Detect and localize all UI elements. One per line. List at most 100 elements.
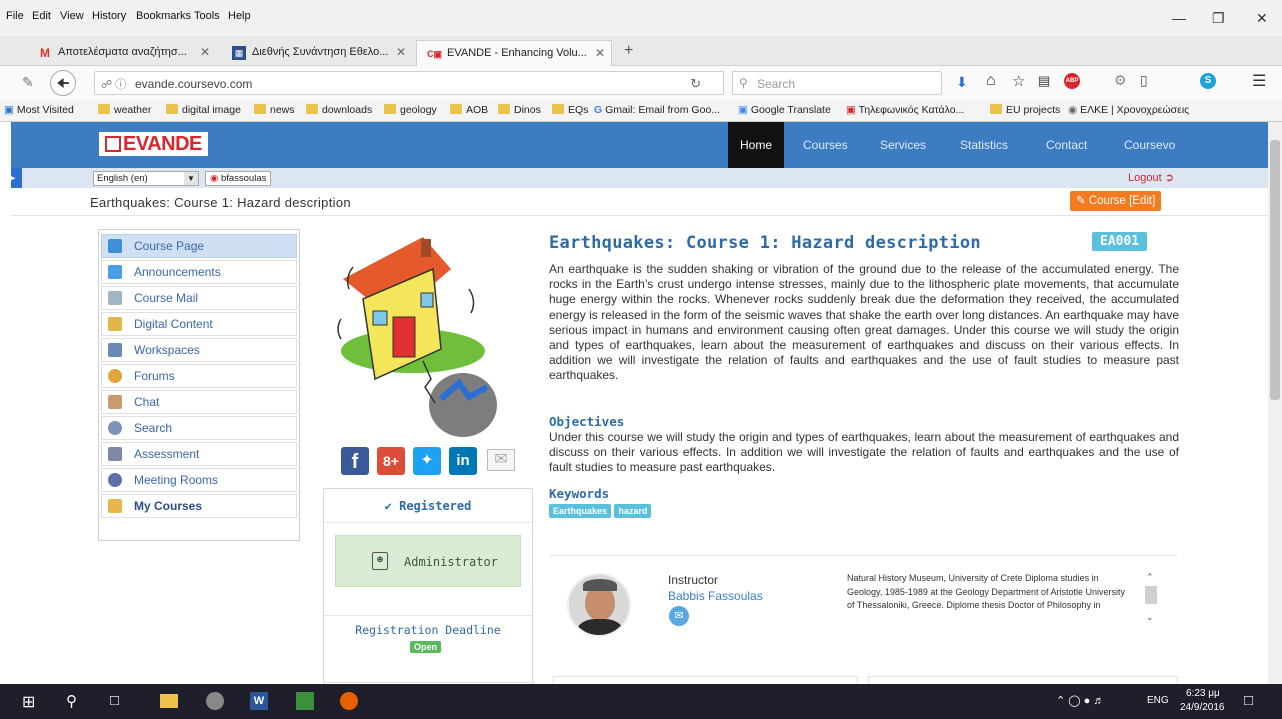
close-tab-icon[interactable]: ✕: [396, 45, 406, 59]
notification-icon[interactable]: □: [1244, 692, 1253, 709]
bookmark-item[interactable]: weather: [98, 104, 151, 116]
language-indicator[interactable]: ENG: [1147, 695, 1169, 706]
sidebar-item-search[interactable]: Search: [101, 416, 297, 440]
language-select[interactable]: English (en) ▼: [93, 171, 199, 186]
bookmark-star-icon[interactable]: ☆: [1012, 72, 1025, 90]
bookmark-item[interactable]: downloads: [306, 104, 372, 116]
sidebar-item-digital-content[interactable]: Digital Content: [101, 312, 297, 336]
instructor-name-link[interactable]: Babbis Fassoulas: [668, 589, 763, 603]
sidebar-item-course-page[interactable]: Course Page: [101, 234, 297, 258]
new-tab-icon[interactable]: +: [624, 42, 633, 60]
tab-label: Αποτελέσματα αναζήτησ...: [58, 46, 187, 58]
assessment-icon: [108, 447, 122, 461]
bookmark-item[interactable]: ▣ Τηλεφωνικός Κατάλο...: [846, 104, 964, 116]
nav-services[interactable]: Services: [868, 122, 938, 168]
bookmark-item[interactable]: AOB: [450, 104, 488, 116]
tab-gmail[interactable]: M Αποτελέσματα αναζήτησ... ✕: [28, 40, 216, 66]
nav-coursevo[interactable]: Coursevo: [1112, 122, 1187, 168]
url-bar[interactable]: ☍ ⓘ evande.coursevo.com ↻: [94, 71, 724, 95]
email-share-icon[interactable]: ✉: [487, 449, 515, 471]
search-icon[interactable]: ⚲: [66, 692, 84, 710]
menu-edit[interactable]: Edit: [32, 10, 51, 22]
menu-help[interactable]: Help: [228, 10, 251, 22]
windows-start-icon[interactable]: ⊞: [22, 692, 40, 711]
sidebar-item-forums[interactable]: Forums: [101, 364, 297, 388]
reload-icon[interactable]: ↻: [690, 76, 701, 92]
sidebar-item-announcements[interactable]: Announcements: [101, 260, 297, 284]
twitter-icon[interactable]: ✦: [413, 447, 441, 475]
task-view-icon[interactable]: □: [110, 692, 128, 710]
search-placeholder[interactable]: Search: [757, 77, 795, 91]
menu-bookmarks[interactable]: Bookmarks: [136, 10, 191, 22]
bookmark-item[interactable]: geology: [384, 104, 437, 116]
phone-icon[interactable]: ▯: [1140, 72, 1148, 89]
bookmark-item[interactable]: digital image: [166, 104, 241, 116]
app-icon[interactable]: [206, 692, 224, 710]
evande-logo[interactable]: EVANDE: [99, 132, 208, 156]
sidebar-item-workspaces[interactable]: Workspaces: [101, 338, 297, 362]
nav-contact[interactable]: Contact: [1034, 122, 1099, 168]
facebook-icon[interactable]: f: [341, 447, 369, 475]
nav-home[interactable]: Home: [728, 122, 785, 168]
menu-history[interactable]: History: [92, 10, 126, 22]
sidebar-item-chat[interactable]: Chat: [101, 390, 297, 414]
bookmark-item[interactable]: G Gmail: Email from Goo...: [594, 104, 720, 116]
keyword-tag[interactable]: hazard: [614, 504, 652, 518]
tab-meeting[interactable]: ▦ Διεθνής Συνάντηση Εθελο... ✕: [222, 40, 412, 66]
file-explorer-icon[interactable]: [160, 694, 178, 708]
search-box[interactable]: ⚲ Search: [732, 71, 942, 95]
bookmark-item[interactable]: EQs: [552, 104, 588, 116]
instructor-bio: Natural History Museum, University of Cr…: [847, 573, 1125, 610]
tab-evande[interactable]: C▣ EVANDE - Enhancing Volu... ✕: [416, 40, 612, 66]
bookmark-item[interactable]: ▣ Google Translate: [738, 104, 831, 116]
skype-icon[interactable]: S: [1200, 73, 1216, 89]
bookmark-item[interactable]: news: [254, 104, 295, 116]
minimize-icon[interactable]: —: [1172, 10, 1186, 26]
download-icon[interactable]: ⬇: [956, 74, 968, 91]
bookmark-item[interactable]: Dinos: [498, 104, 541, 116]
bookmark-item[interactable]: EU projects: [990, 104, 1060, 116]
bookmark-item[interactable]: ◉ ΕΛΚΕ | Χρονοχρεώσεις: [1068, 104, 1189, 116]
sidebar-item-course-mail[interactable]: Course Mail: [101, 286, 297, 310]
keyword-tag[interactable]: Earthquakes: [549, 504, 612, 518]
nav-statistics[interactable]: Statistics: [948, 122, 1020, 168]
clock-time[interactable]: 6:23 μμ: [1186, 688, 1220, 699]
course-edit-button[interactable]: ✎ Course [Edit]: [1070, 191, 1162, 211]
arrow-right-icon[interactable]: ➤: [11, 168, 22, 188]
sidebar-item-my-courses[interactable]: My Courses: [101, 494, 297, 518]
linkedin-icon[interactable]: in: [449, 447, 477, 475]
clock-date[interactable]: 24/9/2016: [1180, 702, 1225, 713]
reading-list-icon[interactable]: ▤: [1038, 73, 1050, 89]
back-button[interactable]: 🠈: [50, 70, 76, 96]
firefox-icon[interactable]: [340, 692, 358, 710]
menu-tools[interactable]: Tools: [194, 10, 220, 22]
close-window-icon[interactable]: ✕: [1256, 10, 1268, 27]
course-code-badge: EA001: [1092, 232, 1148, 251]
restore-icon[interactable]: ❐: [1212, 10, 1225, 27]
sidebar-toggle-icon[interactable]: ✎: [22, 74, 34, 91]
user-menu[interactable]: ◉ bfassoulas: [205, 171, 272, 186]
nav-courses[interactable]: Courses: [791, 122, 860, 168]
sidebar-item-meeting-rooms[interactable]: Meeting Rooms: [101, 468, 297, 492]
message-instructor-icon[interactable]: ✉: [669, 606, 689, 626]
bio-scrollbar[interactable]: ⌃ ⌄: [1144, 572, 1158, 628]
page-scrollbar-thumb[interactable]: [1270, 140, 1280, 400]
tray-icons[interactable]: ⌃ ◯ ● ♬: [1056, 694, 1104, 707]
logout-link[interactable]: Logout ➲: [1128, 171, 1174, 184]
word-icon[interactable]: W: [250, 692, 268, 710]
bookmark-item[interactable]: ▣ Most Visited: [4, 104, 74, 116]
info-icon[interactable]: ☍ ⓘ: [101, 76, 126, 92]
close-tab-icon[interactable]: ✕: [200, 45, 210, 59]
close-tab-icon[interactable]: ✕: [595, 46, 605, 60]
home-icon[interactable]: ⌂: [986, 72, 996, 90]
app-green-icon[interactable]: [296, 692, 314, 710]
google-plus-icon[interactable]: 8+: [377, 447, 405, 475]
url-text[interactable]: evande.coursevo.com: [135, 77, 252, 91]
puzzle-icon[interactable]: ⚙: [1114, 72, 1127, 89]
menu-view[interactable]: View: [60, 10, 84, 22]
sidebar-item-assessment[interactable]: Assessment: [101, 442, 297, 466]
adblock-icon[interactable]: ABP: [1064, 73, 1080, 89]
menu-file[interactable]: File: [6, 10, 24, 22]
hamburger-menu-icon[interactable]: ☰: [1252, 71, 1266, 91]
workspace-icon: [108, 343, 122, 357]
